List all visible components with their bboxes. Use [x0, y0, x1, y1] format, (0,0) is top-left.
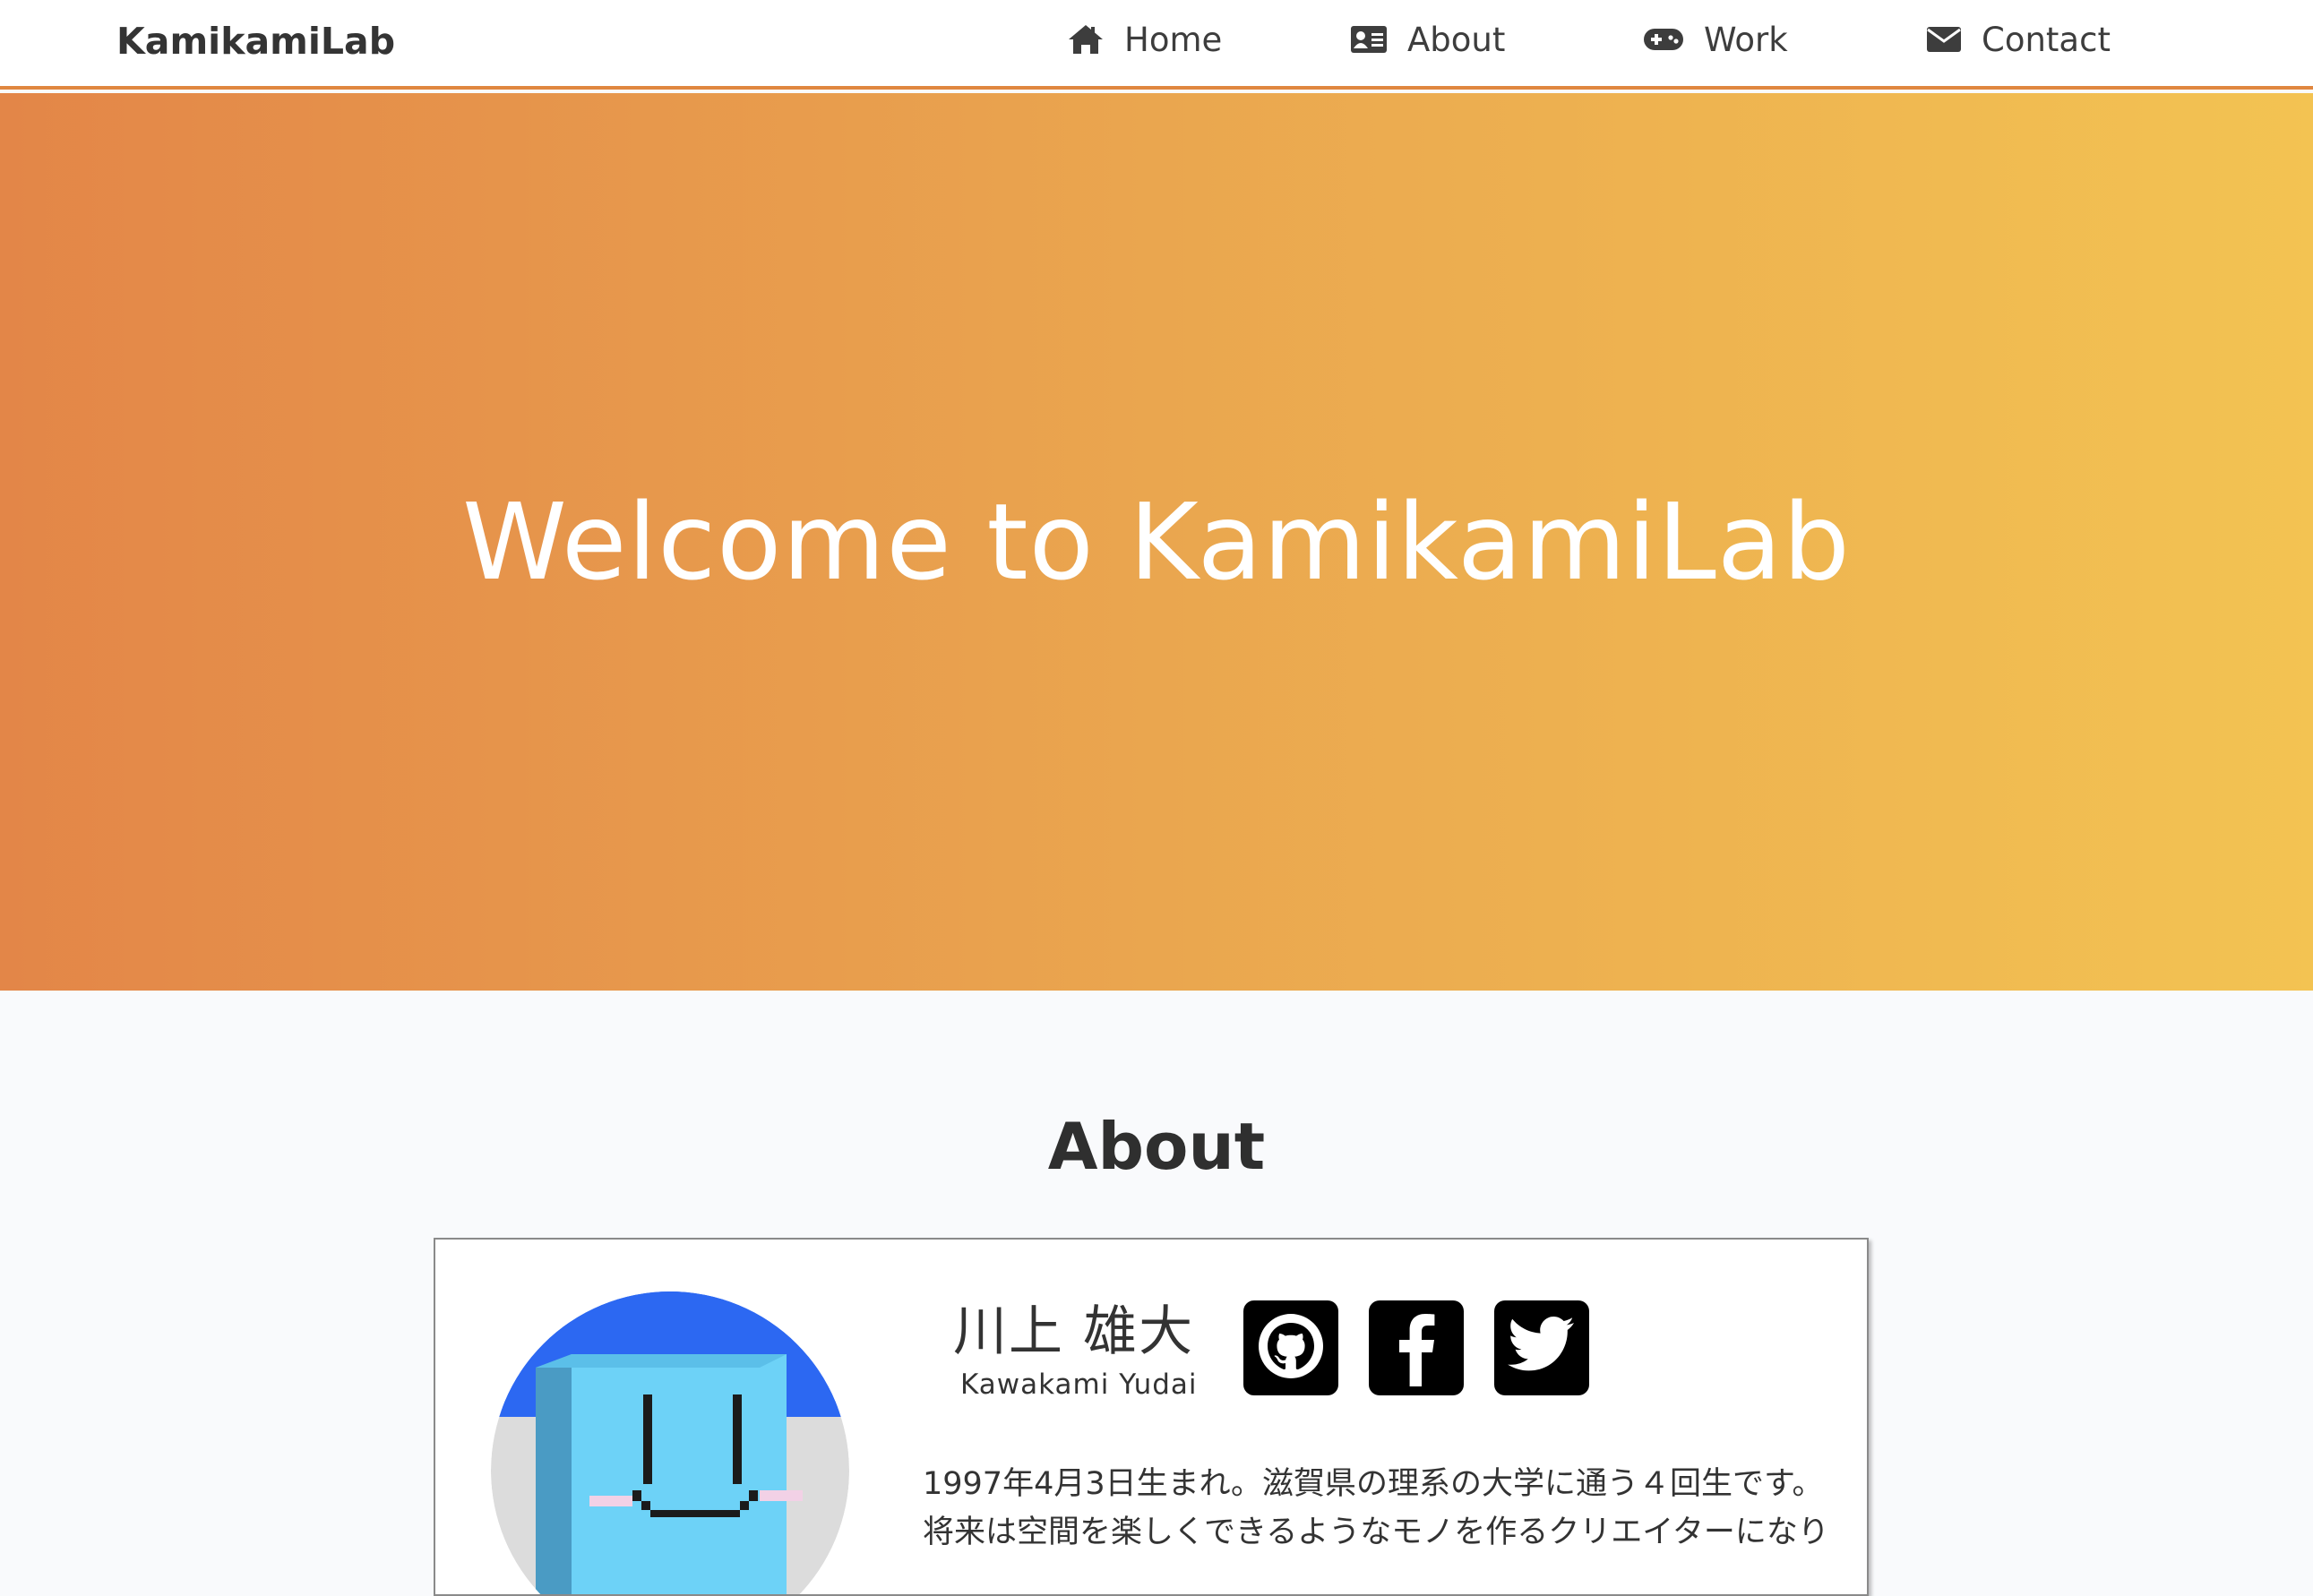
- profile-name-japanese: 川上 雄大: [953, 1300, 1195, 1363]
- nav-item-work-label: Work: [1704, 20, 1788, 59]
- gamepad-icon: [1643, 26, 1684, 53]
- about-heading: About: [1047, 1109, 1266, 1184]
- profile-card: 川上 雄大 Kawakami Yudai 1997年4月3日生まれ。滋賀県の理系…: [434, 1238, 1869, 1596]
- hero-banner: Welcome to KamikamiLab: [0, 93, 2313, 991]
- nav-item-about-label: About: [1407, 20, 1506, 59]
- id-card-icon: [1350, 25, 1388, 54]
- home-icon: [1067, 23, 1105, 56]
- nav-item-about[interactable]: About: [1350, 16, 1505, 63]
- nav-item-home-label: Home: [1124, 20, 1223, 59]
- brand-logo[interactable]: KamikamiLab: [116, 18, 395, 64]
- navbar: KamikamiLab Home About Work Contact: [0, 0, 2313, 90]
- envelope-icon: [1926, 26, 1962, 53]
- nav-item-work[interactable]: Work: [1643, 16, 1788, 63]
- twitter-link[interactable]: [1494, 1300, 1589, 1395]
- profile-name-english: Kawakami Yudai: [960, 1369, 1198, 1401]
- twitter-icon: [1506, 1315, 1578, 1381]
- nav-item-contact-label: Contact: [1982, 20, 2111, 59]
- hero-title: Welcome to KamikamiLab: [462, 480, 1851, 604]
- github-link[interactable]: [1243, 1300, 1338, 1395]
- profile-bio: 1997年4月3日生まれ。滋賀県の理系の大学に通う４回生です。 将来は空間を楽し…: [923, 1460, 1863, 1557]
- bio-line: 将来は空間を楽しくできるようなモノを作るクリエイターになり: [923, 1514, 1829, 1550]
- bio-line: 1997年4月3日生まれ。滋賀県の理系の大学に通う４回生です。: [923, 1466, 1824, 1502]
- nav-item-home[interactable]: Home: [1067, 16, 1222, 63]
- avatar: [491, 1291, 849, 1594]
- nav-item-contact[interactable]: Contact: [1926, 16, 2111, 63]
- facebook-icon: [1380, 1306, 1452, 1390]
- github-icon: [1255, 1310, 1327, 1386]
- facebook-link[interactable]: [1369, 1300, 1464, 1395]
